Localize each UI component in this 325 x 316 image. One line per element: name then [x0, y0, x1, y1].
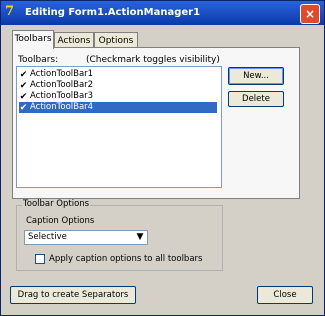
toolbar-options-title: Toolbar Options — [22, 199, 91, 209]
tab-toolbars[interactable]: Toolbars — [12, 30, 54, 49]
apply-captions-label: Apply caption options to all toolbars — [49, 254, 203, 264]
list-item-label: ActionToolBar3 — [30, 91, 94, 101]
list-item-label: ActionToolBar2 — [30, 80, 94, 90]
caption-options-value: Selective — [28, 232, 67, 242]
dropdown-arrow-icon[interactable]: ▼ — [133, 231, 147, 244]
checkmark-icon[interactable]: ✔ — [19, 71, 28, 80]
list-item[interactable]: ✔ ActionToolBar4 — [19, 102, 217, 113]
checkmark-icon[interactable]: ✔ — [19, 82, 28, 91]
app-icon: 7 — [5, 4, 15, 19]
close-window-button[interactable]: × — [300, 4, 320, 24]
caption-options-label: Caption Options — [26, 216, 95, 226]
drag-separators-button[interactable]: Drag to create Separators — [10, 286, 136, 304]
checkmark-icon[interactable]: ✔ — [19, 104, 28, 113]
list-item-label: ActionToolBar1 — [30, 69, 94, 79]
close-button[interactable]: Close — [257, 286, 313, 304]
apply-captions-checkbox[interactable] — [35, 254, 45, 264]
list-item[interactable]: ✔ ActionToolBar3 — [19, 91, 217, 102]
new-button[interactable]: New... — [228, 67, 284, 85]
toolbars-hint: (Checkmark toggles visibility) — [86, 55, 220, 65]
list-item[interactable]: ✔ ActionToolBar1 — [19, 69, 217, 80]
title-bar[interactable]: 7 Editing Form1.ActionManager1 × — [1, 1, 324, 25]
caption-options-select[interactable]: Selective ▼ — [24, 230, 148, 245]
window-title: Editing Form1.ActionManager1 — [25, 7, 201, 18]
list-item-label: ActionToolBar4 — [30, 102, 94, 112]
toolbars-list[interactable]: ✔ ActionToolBar1 ✔ ActionToolBar2 ✔ ActionT… — [16, 66, 222, 188]
delete-button[interactable]: Delete — [228, 91, 284, 107]
list-item[interactable]: ✔ ActionToolBar2 — [19, 80, 217, 91]
toolbars-label: Toolbars: — [18, 55, 59, 65]
checkmark-icon[interactable]: ✔ — [19, 93, 28, 102]
